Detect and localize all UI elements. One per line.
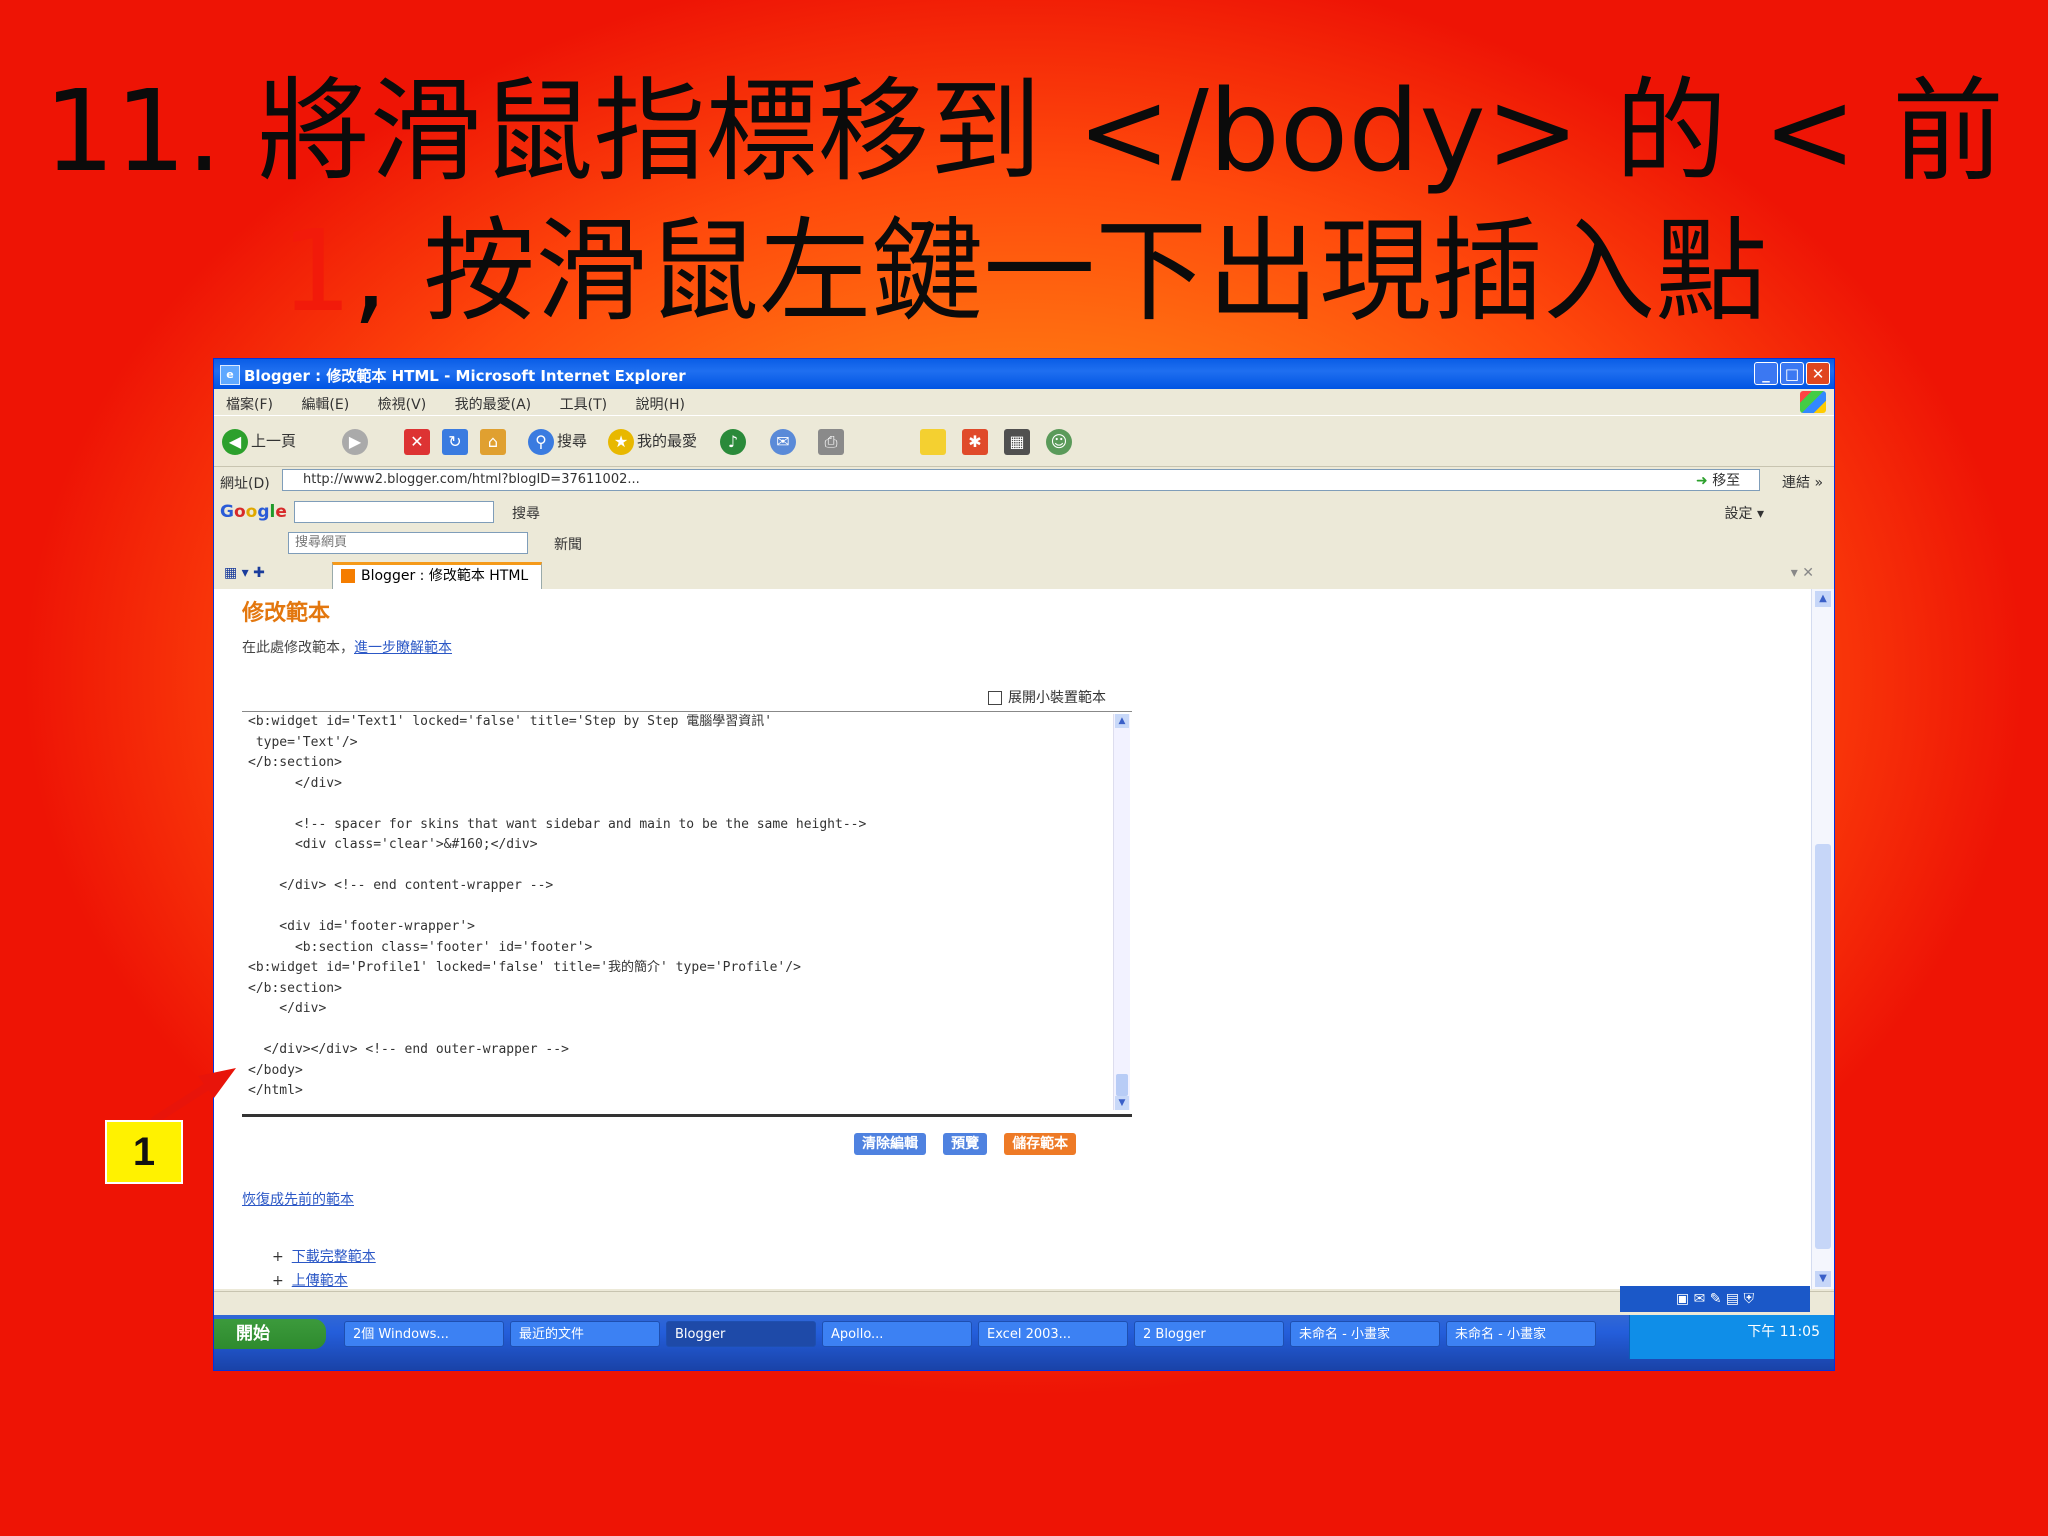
- arrow-head: [198, 1068, 236, 1098]
- step-callout: 1: [105, 1120, 183, 1184]
- arrow-annotation: [151, 1068, 236, 1124]
